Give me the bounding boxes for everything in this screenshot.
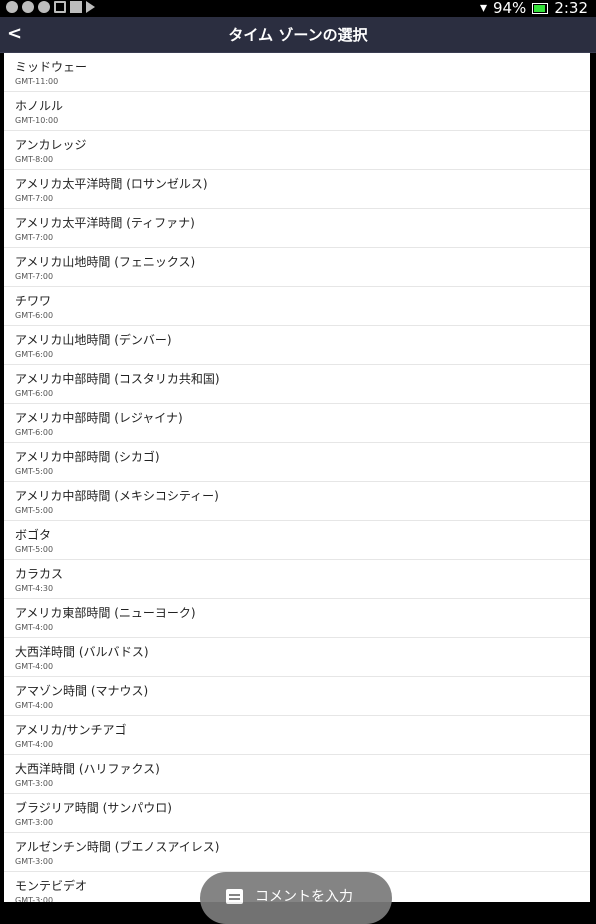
timezone-offset: GMT-7:00 bbox=[15, 194, 54, 203]
timezone-item[interactable]: アメリカ太平洋時間 (ロサンゼルス) GMT-7:00 bbox=[4, 170, 590, 209]
timezone-name: カラカス bbox=[15, 567, 64, 581]
timezone-item[interactable]: 大西洋時間 (バルバドス) GMT-4:00 bbox=[4, 638, 590, 677]
timezone-name: アンカレッジ bbox=[15, 138, 87, 152]
timezone-item[interactable]: チワワ GMT-6:00 bbox=[4, 287, 590, 326]
timezone-offset: GMT-3:00 bbox=[15, 896, 54, 902]
timezone-name: モンテビデオ bbox=[15, 879, 88, 893]
timezone-offset: GMT-4:30 bbox=[15, 584, 54, 593]
timezone-name: ボゴタ bbox=[15, 528, 52, 542]
timezone-name: 大西洋時間 (ハリファクス) bbox=[15, 762, 160, 776]
timezone-item[interactable]: アメリカ中部時間 (コスタリカ共和国) GMT-6:00 bbox=[4, 365, 590, 404]
timezone-offset: GMT-6:00 bbox=[15, 389, 54, 398]
image-icon bbox=[70, 1, 82, 13]
comment-button-label: コメントを入力 bbox=[255, 889, 353, 905]
timezone-name: アメリカ/サンチアゴ bbox=[15, 723, 127, 737]
timezone-offset: GMT-10:00 bbox=[15, 116, 59, 125]
notification-icon bbox=[22, 1, 34, 13]
timezone-offset: GMT-6:00 bbox=[15, 311, 54, 320]
timezone-offset: GMT-5:00 bbox=[15, 506, 54, 515]
timezone-name: アメリカ山地時間 (フェニックス) bbox=[15, 255, 196, 269]
timezone-name: アメリカ山地時間 (デンバー) bbox=[15, 333, 172, 347]
timezone-offset: GMT-5:00 bbox=[15, 545, 54, 554]
send-icon bbox=[86, 1, 95, 13]
timezone-item[interactable]: アマゾン時間 (マナウス) GMT-4:00 bbox=[4, 677, 590, 716]
chat-icon bbox=[54, 1, 66, 13]
page-title: タイム ゾーンの選択 bbox=[228, 26, 368, 44]
notification-icon bbox=[38, 1, 50, 13]
timezone-item[interactable]: アメリカ中部時間 (メキシコシティー) GMT-5:00 bbox=[4, 482, 590, 521]
timezone-item[interactable]: アメリカ太平洋時間 (ティファナ) GMT-7:00 bbox=[4, 209, 590, 248]
timezone-item[interactable]: アメリカ東部時間 (ニューヨーク) GMT-4:00 bbox=[4, 599, 590, 638]
timezone-offset: GMT-7:00 bbox=[15, 233, 54, 242]
timezone-item[interactable]: アメリカ/サンチアゴ GMT-4:00 bbox=[4, 716, 590, 755]
timezone-offset: GMT-7:00 bbox=[15, 272, 54, 281]
timezone-item[interactable]: ボゴタ GMT-5:00 bbox=[4, 521, 590, 560]
timezone-list[interactable]: ミッドウェー GMT-11:00 ホノルル GMT-10:00 アンカレッジ GMT-8:… bbox=[4, 53, 590, 902]
timezone-item[interactable]: 大西洋時間 (ハリファクス) GMT-3:00 bbox=[4, 755, 590, 794]
timezone-offset: GMT-4:00 bbox=[15, 701, 54, 710]
timezone-name: 大西洋時間 (バルバドス) bbox=[15, 645, 149, 659]
timezone-name: ホノルル bbox=[15, 99, 64, 113]
timezone-offset: GMT-3:00 bbox=[15, 779, 54, 788]
timezone-name: チワワ bbox=[15, 294, 52, 308]
timezone-item[interactable]: アルゼンチン時間 (ブエノスアイレス) GMT-3:00 bbox=[4, 833, 590, 872]
timezone-item[interactable]: カラカス GMT-4:30 bbox=[4, 560, 590, 599]
battery-icon bbox=[532, 2, 549, 14]
app-bar: < タイム ゾーンの選択 bbox=[0, 17, 596, 53]
comment-button[interactable]: コメントを入力 bbox=[200, 872, 392, 924]
timezone-name: アメリカ中部時間 (レジャイナ) bbox=[15, 411, 183, 425]
notification-icons bbox=[6, 1, 95, 13]
status-bar: ▾ 94% 2:32 bbox=[0, 0, 596, 17]
timezone-offset: GMT-5:00 bbox=[15, 467, 54, 476]
timezone-item[interactable]: アメリカ中部時間 (レジャイナ) GMT-6:00 bbox=[4, 404, 590, 443]
timezone-offset: GMT-6:00 bbox=[15, 350, 54, 359]
timezone-item[interactable]: アメリカ山地時間 (デンバー) GMT-6:00 bbox=[4, 326, 590, 365]
timezone-offset: GMT-4:00 bbox=[15, 740, 54, 749]
timezone-name: アメリカ東部時間 (ニューヨーク) bbox=[15, 606, 196, 620]
timezone-offset: GMT-3:00 bbox=[15, 818, 54, 827]
notification-icon bbox=[6, 1, 18, 13]
clock: 2:32 bbox=[554, 0, 588, 17]
timezone-item[interactable]: アメリカ山地時間 (フェニックス) GMT-7:00 bbox=[4, 248, 590, 287]
timezone-item[interactable]: アンカレッジ GMT-8:00 bbox=[4, 131, 590, 170]
timezone-offset: GMT-4:00 bbox=[15, 623, 54, 632]
timezone-offset: GMT-8:00 bbox=[15, 155, 54, 164]
timezone-offset: GMT-3:00 bbox=[15, 857, 54, 866]
battery-percent: 94% bbox=[492, 0, 527, 17]
timezone-name: ブラジリア時間 (サンパウロ) bbox=[15, 801, 172, 815]
timezone-item[interactable]: ブラジリア時間 (サンパウロ) GMT-3:00 bbox=[4, 794, 590, 833]
timezone-item[interactable]: アメリカ中部時間 (シカゴ) GMT-5:00 bbox=[4, 443, 590, 482]
timezone-offset: GMT-4:00 bbox=[15, 662, 54, 671]
timezone-name: アメリカ中部時間 (シカゴ) bbox=[15, 450, 160, 464]
wifi-icon: ▾ bbox=[479, 0, 487, 16]
timezone-name: アマゾン時間 (マナウス) bbox=[15, 684, 149, 698]
timezone-item[interactable]: ホノルル GMT-10:00 bbox=[4, 92, 590, 131]
timezone-name: アメリカ中部時間 (メキシコシティー) bbox=[15, 489, 219, 503]
timezone-name: アメリカ太平洋時間 (ロサンゼルス) bbox=[15, 177, 208, 191]
battery-level bbox=[534, 4, 546, 12]
timezone-offset: GMT-11:00 bbox=[15, 77, 59, 86]
timezone-name: アメリカ中部時間 (コスタリカ共和国) bbox=[15, 372, 220, 386]
timezone-item[interactable]: ミッドウェー GMT-11:00 bbox=[4, 53, 590, 92]
timezone-offset: GMT-6:00 bbox=[15, 428, 54, 437]
timezone-name: ミッドウェー bbox=[15, 60, 88, 74]
timezone-name: アメリカ太平洋時間 (ティファナ) bbox=[15, 216, 195, 230]
status-right: ▾ 94% 2:32 bbox=[480, 0, 588, 17]
timezone-name: アルゼンチン時間 (ブエノスアイレス) bbox=[15, 840, 220, 854]
